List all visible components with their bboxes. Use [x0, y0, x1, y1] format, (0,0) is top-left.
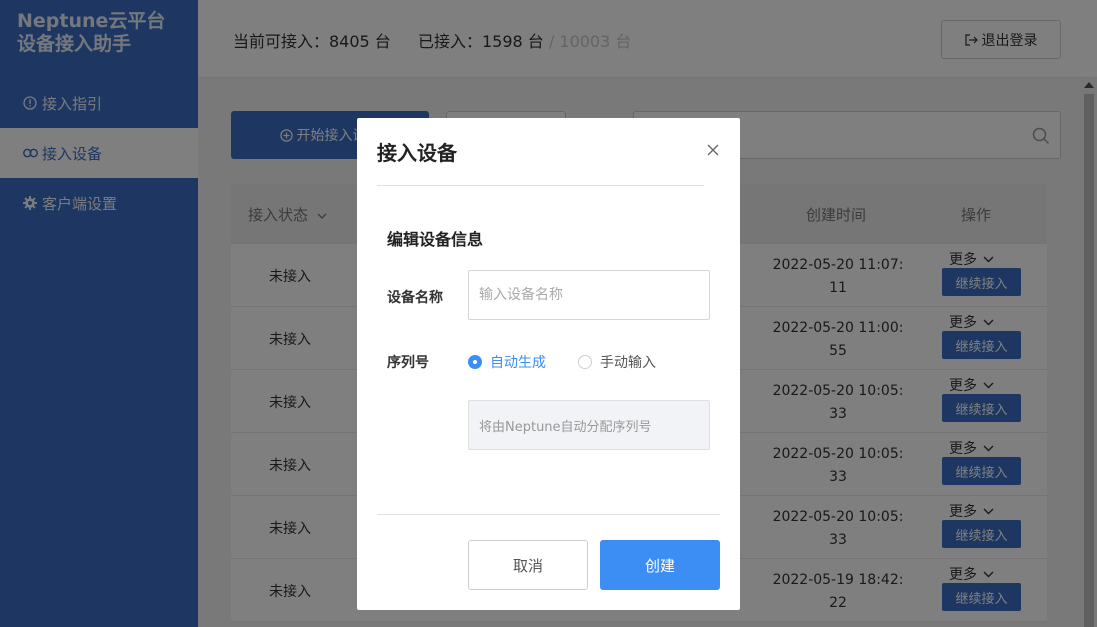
device-name-label: 设备名称: [387, 290, 443, 306]
connect-device-dialog: 接入设备 编辑设备信息 设备名称 序列号 自动生成 手动输入 将由Neptune…: [357, 118, 740, 610]
radio-label: 自动生成: [490, 355, 546, 371]
create-button[interactable]: 创建: [600, 540, 720, 590]
serial-auto-hint: 将由Neptune自动分配序列号: [468, 400, 710, 450]
cancel-button[interactable]: 取消: [468, 540, 588, 590]
radio-manual-input[interactable]: 手动输入: [578, 352, 656, 372]
radio-unchecked-icon: [578, 355, 592, 369]
radio-checked-icon: [468, 355, 482, 369]
serial-label: 序列号: [387, 355, 429, 371]
close-icon[interactable]: [706, 142, 720, 156]
dialog-footer-divider: [377, 514, 720, 515]
radio-auto-generate[interactable]: 自动生成: [468, 352, 546, 372]
device-name-input[interactable]: [468, 270, 710, 320]
dialog-title: 接入设备: [377, 141, 457, 165]
dialog-divider: [377, 185, 704, 186]
radio-label: 手动输入: [600, 355, 656, 371]
section-title: 编辑设备信息: [387, 230, 484, 249]
